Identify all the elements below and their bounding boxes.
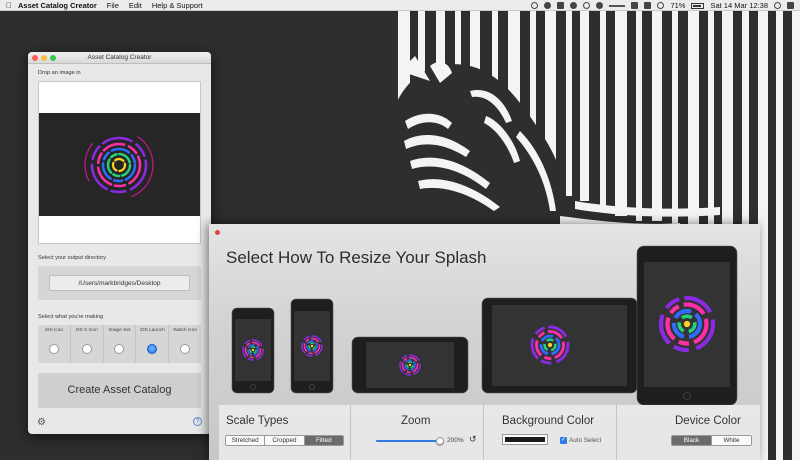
status-area: 71% Sat 14 Mar 12:38: [531, 0, 794, 11]
menu-file[interactable]: File: [107, 1, 119, 10]
resize-controls-bar: Scale Types Stretched Cropped Fitted Zoo…: [219, 405, 760, 460]
zoom-slider-fill: [376, 440, 440, 442]
spiral-logo-image: [84, 130, 154, 200]
apple-menu-icon[interactable]: : [0, 1, 18, 10]
close-window-button[interactable]: [32, 55, 38, 61]
scale-types-heading: Scale Types: [226, 415, 289, 427]
menubar-clock[interactable]: Sat 14 Mar 12:38: [710, 1, 768, 10]
menu-bar:  Asset Catalog Creator File Edit Help &…: [0, 0, 800, 11]
type-option-osx-icon[interactable]: OS X Icon: [71, 325, 104, 363]
notification-center-icon[interactable]: [787, 2, 794, 9]
device-ipad-landscape[interactable]: [481, 297, 638, 394]
minimize-window-button[interactable]: [41, 55, 47, 61]
zoom-slider[interactable]: [376, 437, 444, 445]
window-title: Asset Catalog Creator: [87, 54, 152, 61]
status-app-icon-2[interactable]: [544, 2, 552, 9]
zoom-slider-knob[interactable]: [436, 437, 444, 445]
device-iphone-medium[interactable]: [290, 298, 334, 394]
window-titlebar[interactable]: Asset Catalog Creator: [28, 52, 211, 64]
background-color-heading: Background Color: [502, 415, 595, 427]
help-button[interactable]: ?: [193, 417, 202, 426]
background-color-well[interactable]: [502, 434, 548, 445]
type-option-label: OS X Icon: [75, 328, 98, 333]
image-drop-zone[interactable]: [38, 81, 201, 244]
ios-icon-radio[interactable]: [48, 344, 59, 354]
scale-type-segmented: Stretched Cropped Fitted: [225, 435, 344, 446]
type-option-image-set[interactable]: Image Set: [104, 325, 137, 363]
menu-edit[interactable]: Edit: [129, 1, 142, 10]
type-option-ios-launch[interactable]: iOS Launch: [136, 325, 170, 363]
asset-catalog-window: Asset Catalog Creator Drop an image in S…: [28, 52, 211, 434]
battery-icon[interactable]: [691, 2, 705, 9]
zoom-section: Zoom 200% ↺: [351, 405, 484, 460]
type-option-label: iOS Icon: [44, 328, 64, 333]
making-type-label: Select what you're making: [38, 314, 104, 320]
status-app-icon[interactable]: [531, 2, 539, 9]
type-option-ios-icon[interactable]: iOS Icon: [38, 325, 71, 363]
create-asset-catalog-button[interactable]: Create Asset Catalog: [38, 373, 201, 408]
device-color-segmented: Black White: [671, 435, 752, 446]
spotlight-icon[interactable]: [774, 2, 781, 9]
type-option-label: iOS Launch: [139, 328, 165, 333]
device-iphone-landscape[interactable]: [351, 336, 469, 394]
reset-zoom-icon[interactable]: ↺: [469, 434, 477, 445]
status-app-icon-3[interactable]: [557, 2, 565, 9]
dropbox-icon[interactable]: [570, 2, 578, 9]
device-previews: [231, 245, 738, 405]
cpu-meter-icon[interactable]: [609, 4, 626, 7]
device-color-black-option[interactable]: Black: [672, 436, 712, 445]
auto-select-label: Auto Select: [569, 437, 602, 444]
device-color-section: Device Color Black White: [617, 405, 760, 460]
type-option-label: Image Set: [108, 328, 131, 333]
watch-icon-radio[interactable]: [180, 344, 191, 354]
output-directory-box: /Users/markbridges/Desktop: [38, 266, 201, 300]
output-directory-button[interactable]: /Users/markbridges/Desktop: [49, 275, 190, 291]
type-option-label: Watch Icon: [173, 328, 197, 333]
device-color-white-option[interactable]: White: [712, 436, 751, 445]
menu-app-name[interactable]: Asset Catalog Creator: [18, 1, 97, 10]
device-ipad-portrait[interactable]: [636, 245, 738, 405]
status-app-icon-5[interactable]: [596, 2, 604, 9]
scale-fitted-option[interactable]: Fitted: [304, 436, 343, 445]
zoom-window-button[interactable]: [50, 55, 56, 61]
osx-icon-radio[interactable]: [81, 344, 92, 354]
device-iphone-small[interactable]: [231, 307, 275, 394]
asset-type-selector: iOS Icon OS X Icon Image Set iOS Launch …: [38, 325, 201, 363]
image-set-radio[interactable]: [114, 344, 125, 354]
status-app-icon-4[interactable]: [583, 2, 591, 9]
scale-types-section: Scale Types Stretched Cropped Fitted: [219, 405, 351, 460]
display-icon[interactable]: [631, 2, 639, 9]
splash-resize-panel: Select How To Resize Your Splash Scale T…: [209, 224, 760, 460]
menu-help-support[interactable]: Help & Support: [152, 1, 203, 10]
scale-cropped-option[interactable]: Cropped: [265, 436, 305, 445]
battery-percent[interactable]: 71%: [670, 1, 685, 10]
gear-icon[interactable]: ⚙: [37, 417, 46, 428]
scale-stretched-option[interactable]: Stretched: [226, 436, 266, 445]
wifi-icon[interactable]: [657, 2, 665, 9]
auto-select-checkbox[interactable]: ✓: [560, 437, 567, 444]
output-directory-label: Select your output directory: [38, 255, 107, 261]
device-color-heading: Device Color: [675, 415, 741, 427]
zoom-heading: Zoom: [401, 415, 431, 427]
status-app-icon-6[interactable]: [644, 2, 652, 9]
traffic-lights: [32, 55, 56, 61]
ios-launch-radio[interactable]: [147, 344, 158, 354]
zoom-value: 200%: [447, 437, 464, 444]
type-option-watch-icon[interactable]: Watch Icon: [169, 325, 201, 363]
drop-image-label: Drop an image in: [38, 70, 81, 76]
background-color-section: Background Color ✓ Auto Select: [484, 405, 617, 460]
